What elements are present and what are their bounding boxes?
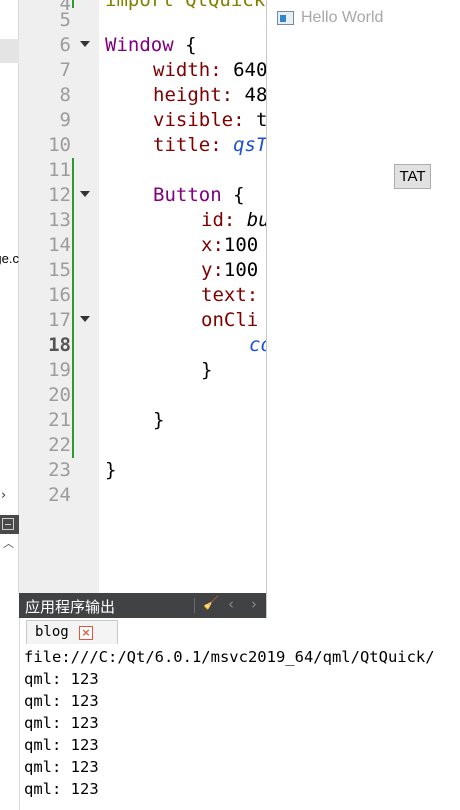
code-line: title: qsT (153, 133, 267, 158)
tab-label: blog (35, 624, 69, 640)
property-name: visible: (153, 109, 245, 131)
tat-button[interactable]: TAT (394, 164, 431, 189)
output-line: qml: 123 (24, 692, 99, 710)
line-number: 13 (48, 209, 71, 231)
expand-arrow-icon[interactable]: › (1, 488, 6, 503)
code-line: } (105, 459, 117, 481)
next-arrow-icon[interactable]: › (251, 595, 257, 613)
chevron-up-icon[interactable]: ︿ (3, 535, 14, 551)
modified-line-marker (72, 0, 74, 8)
line-number: 8 (59, 84, 71, 106)
brace: { (173, 34, 197, 56)
clear-icon[interactable]: 🧹 (203, 596, 219, 611)
property-name: title: (153, 134, 222, 156)
output-panel-header: 应用程序输出 🧹 ‹ › (19, 593, 266, 618)
property-name: y: (201, 259, 224, 281)
line-number: 14 (48, 234, 71, 256)
window-title: Hello World (301, 9, 384, 26)
output-area: blog × file:///C:/Qt/6.0.1/msvc2019_64/q… (19, 618, 460, 810)
fold-arrow-icon[interactable] (80, 41, 90, 47)
sidebar-partial-filename[interactable]: ge.c (0, 251, 19, 266)
property-name: text: (201, 284, 259, 306)
line-number: 17 (48, 309, 71, 331)
line-number: 23 (48, 459, 71, 481)
code-line: x:100 (201, 233, 258, 258)
code-line: } (153, 409, 165, 431)
panel-title: 应用程序输出 (25, 598, 116, 616)
collapse-icon (2, 518, 14, 530)
code-line: width: 640 (153, 58, 267, 83)
window-icon (277, 11, 294, 25)
line-number: 22 (48, 434, 71, 456)
code-line: Window { (105, 33, 197, 58)
code-line: onCli (201, 308, 258, 333)
output-line: qml: 123 (24, 714, 99, 732)
current-line-number: 18 (48, 334, 71, 356)
line-number: 20 (48, 384, 71, 406)
property-value: 48 (233, 84, 268, 106)
brace: { (221, 184, 245, 206)
output-line: qml: 123 (24, 670, 99, 688)
code-line: text: (201, 283, 258, 308)
divider (194, 598, 195, 613)
fold-arrow-icon[interactable] (80, 316, 90, 322)
code-line: } (201, 359, 213, 381)
output-line: qml: 123 (24, 780, 99, 798)
line-number: 21 (48, 409, 71, 431)
property-value: t (244, 109, 268, 131)
code-line: height: 48 (153, 83, 267, 108)
line-number: 24 (48, 484, 71, 506)
property-name: width: (153, 59, 222, 81)
type-keyword: Button (153, 184, 222, 206)
output-line: qml: 123 (24, 758, 99, 776)
line-number: 16 (48, 284, 71, 306)
property-name: id: (201, 209, 236, 231)
line-number: 7 (59, 59, 71, 81)
type-keyword: Window (105, 34, 174, 56)
panel-toggle-button[interactable] (0, 515, 19, 534)
line-number: 5 (59, 9, 71, 31)
code-line: visible: t (153, 108, 267, 133)
tab-blog[interactable]: blog × (26, 620, 118, 644)
property-value: 100 (223, 234, 259, 256)
output-line: file:///C:/Qt/6.0.1/msvc2019_64/qml/QtQu… (24, 648, 435, 666)
output-line: qml: 123 (24, 736, 99, 754)
property-value: 100 (223, 259, 259, 281)
line-number: 12 (48, 184, 71, 206)
preview-window[interactable]: Hello World TAT (266, 0, 460, 638)
line-number: 15 (48, 259, 71, 281)
close-icon[interactable]: × (79, 626, 93, 640)
code-line: id: bu (201, 208, 270, 233)
left-sidebar-strip: ge.c › ︿ (0, 0, 19, 593)
fold-arrow-icon[interactable] (80, 191, 90, 197)
line-number: 19 (48, 359, 71, 381)
code-line: Button { (153, 183, 245, 208)
line-number: 6 (59, 34, 71, 56)
property-value: qsT (233, 134, 268, 156)
code-line: y:100 (201, 258, 258, 283)
line-number: 11 (48, 159, 71, 181)
property-name: onCli (201, 309, 259, 331)
line-number: 10 (48, 134, 71, 156)
property-name: x: (201, 234, 224, 256)
modified-line-marker (72, 158, 74, 458)
previous-arrow-icon[interactable]: ‹ (228, 595, 234, 613)
selected-item-highlight[interactable] (0, 39, 19, 63)
line-number: 9 (59, 109, 71, 131)
property-value: 640 (221, 59, 268, 81)
code-line: import QtQuick (105, 0, 266, 11)
property-name: height: (153, 84, 234, 106)
